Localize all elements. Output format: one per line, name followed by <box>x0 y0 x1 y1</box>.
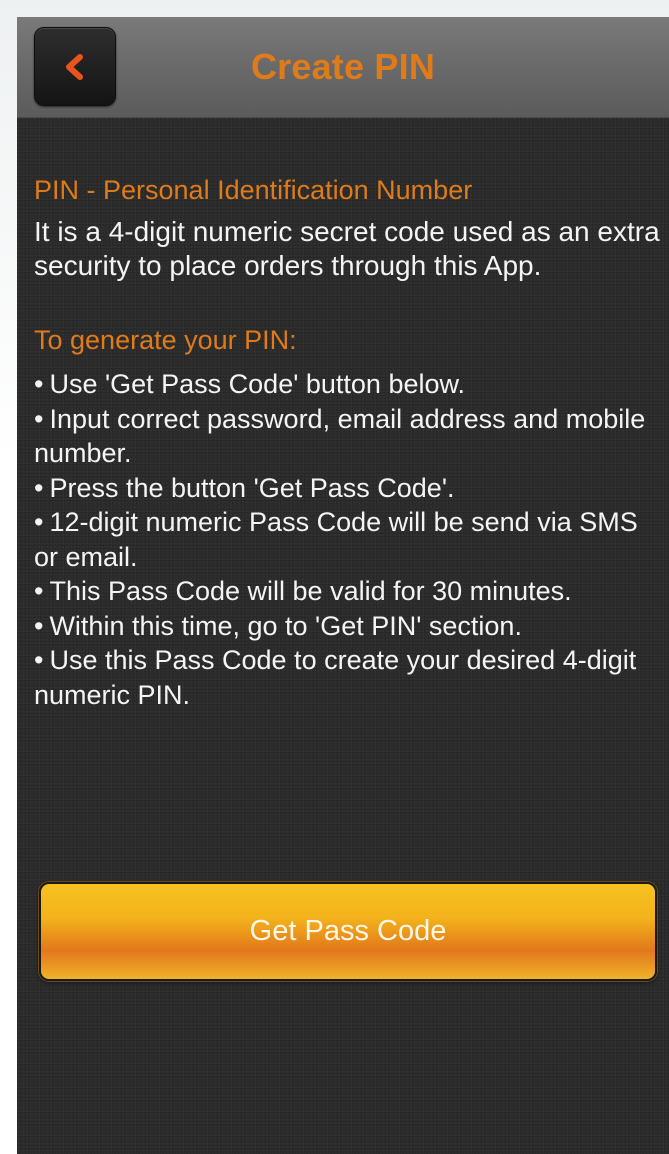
list-item: • Within this time, go to 'Get PIN' secti… <box>34 610 522 641</box>
info-content: PIN - Personal Identification Number It … <box>34 173 662 712</box>
app-screen: Create PIN PIN - Personal Identification… <box>17 17 669 1154</box>
get-pass-code-button[interactable]: Get Pass Code <box>39 882 657 981</box>
list-item: • 12-digit numeric Pass Code will be send… <box>34 507 638 572</box>
list-item: • Input correct password, email address a… <box>34 403 646 469</box>
list-item: • Press the button 'Get Pass Code'. <box>34 472 455 503</box>
list-item: • Use this Pass Code to create your desir… <box>34 645 637 710</box>
bullet-icon: • <box>34 472 44 503</box>
pin-description: It is a 4-digit numeric secret code used… <box>34 216 660 281</box>
list-item: • This Pass Code will be valid for 30 min… <box>34 576 572 606</box>
list-item: • Use 'Get Pass Code' button below. <box>34 369 465 399</box>
bullet-icon: • <box>34 645 44 675</box>
bullet-icon: • <box>34 576 44 606</box>
page-title: Create PIN <box>250 46 436 87</box>
pin-definition-heading: PIN - Personal Identification Number <box>34 175 473 205</box>
steps-list: • Use 'Get Pass Code' button below. • Inpu… <box>34 367 662 712</box>
top-bar: Create PIN <box>17 17 669 118</box>
bullet-icon: • <box>34 610 44 641</box>
bullet-icon: • <box>34 507 44 537</box>
bullet-icon: • <box>34 403 44 434</box>
bullet-icon: • <box>34 369 44 399</box>
generate-pin-heading: To generate your PIN: <box>34 325 297 355</box>
